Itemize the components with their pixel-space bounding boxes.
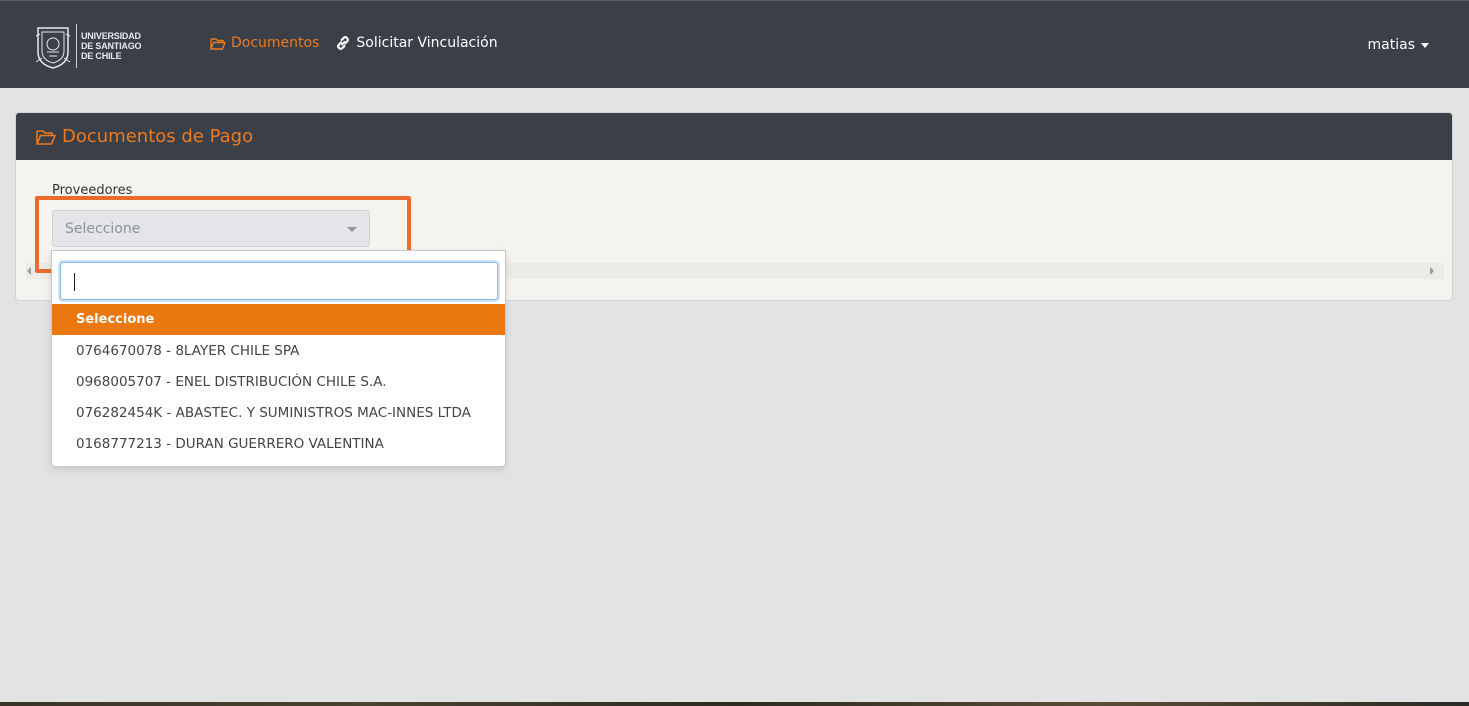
scroll-left-icon[interactable]	[27, 267, 31, 275]
folder-open-icon	[210, 37, 226, 50]
card-title: Documentos de Pago	[62, 126, 254, 147]
dropdown-options: Seleccione 0764670078 - 8LAYER CHILE SPA…	[52, 304, 505, 459]
select-arrow-icon	[347, 227, 357, 232]
dropdown-option[interactable]: 0168777213 - DURAN GUERRERO VALENTINA	[52, 428, 505, 459]
proveedores-label: Proveedores	[52, 183, 133, 198]
logo-line-1: UNIVERSIDAD	[81, 31, 141, 41]
proveedores-select[interactable]: Seleccione	[52, 210, 370, 247]
scroll-right-icon[interactable]	[1430, 267, 1434, 275]
user-menu[interactable]: matias	[1368, 37, 1429, 53]
dropdown-search-input[interactable]	[60, 262, 498, 300]
logo-divider	[76, 24, 77, 68]
university-logo[interactable]: UNIVERSIDAD DE SANTIAGO DE CHILE	[34, 21, 142, 71]
dropdown-option[interactable]: 0968005707 - ENEL DISTRIBUCIÓN CHILE S.A…	[52, 366, 505, 397]
dropdown-option[interactable]: 0764670078 - 8LAYER CHILE SPA	[52, 335, 505, 366]
nav-solicitar-label: Solicitar Vinculación	[356, 35, 498, 51]
page: UNIVERSIDAD DE SANTIAGO DE CHILE Documen…	[0, 0, 1469, 702]
folder-open-icon	[36, 129, 56, 145]
card-header: Documentos de Pago	[16, 113, 1452, 160]
caret-down-icon	[1421, 42, 1429, 48]
dropdown-option[interactable]: 076282454K - ABASTEC. Y SUMINISTROS MAC-…	[52, 397, 505, 428]
user-name: matias	[1367, 37, 1415, 53]
logo-line-3: DE CHILE	[81, 51, 122, 61]
desktop-background-strip	[0, 702, 1469, 706]
university-seal-icon	[35, 27, 71, 69]
top-navbar: UNIVERSIDAD DE SANTIAGO DE CHILE Documen…	[0, 0, 1469, 88]
link-icon	[335, 35, 351, 51]
nav-documentos[interactable]: Documentos	[210, 35, 319, 51]
logo-line-2: DE SANTIAGO	[81, 41, 142, 51]
main-nav: Documentos Solicitar Vinculación	[210, 35, 498, 51]
text-cursor	[74, 273, 75, 291]
nav-documentos-label: Documentos	[231, 35, 320, 51]
nav-solicitar-vinculacion[interactable]: Solicitar Vinculación	[335, 35, 498, 51]
select-value: Seleccione	[65, 220, 141, 237]
proveedores-dropdown: Seleccione 0764670078 - 8LAYER CHILE SPA…	[51, 250, 506, 467]
dropdown-option[interactable]: Seleccione	[52, 304, 505, 335]
logo-text: UNIVERSIDAD DE SANTIAGO DE CHILE	[81, 31, 142, 61]
